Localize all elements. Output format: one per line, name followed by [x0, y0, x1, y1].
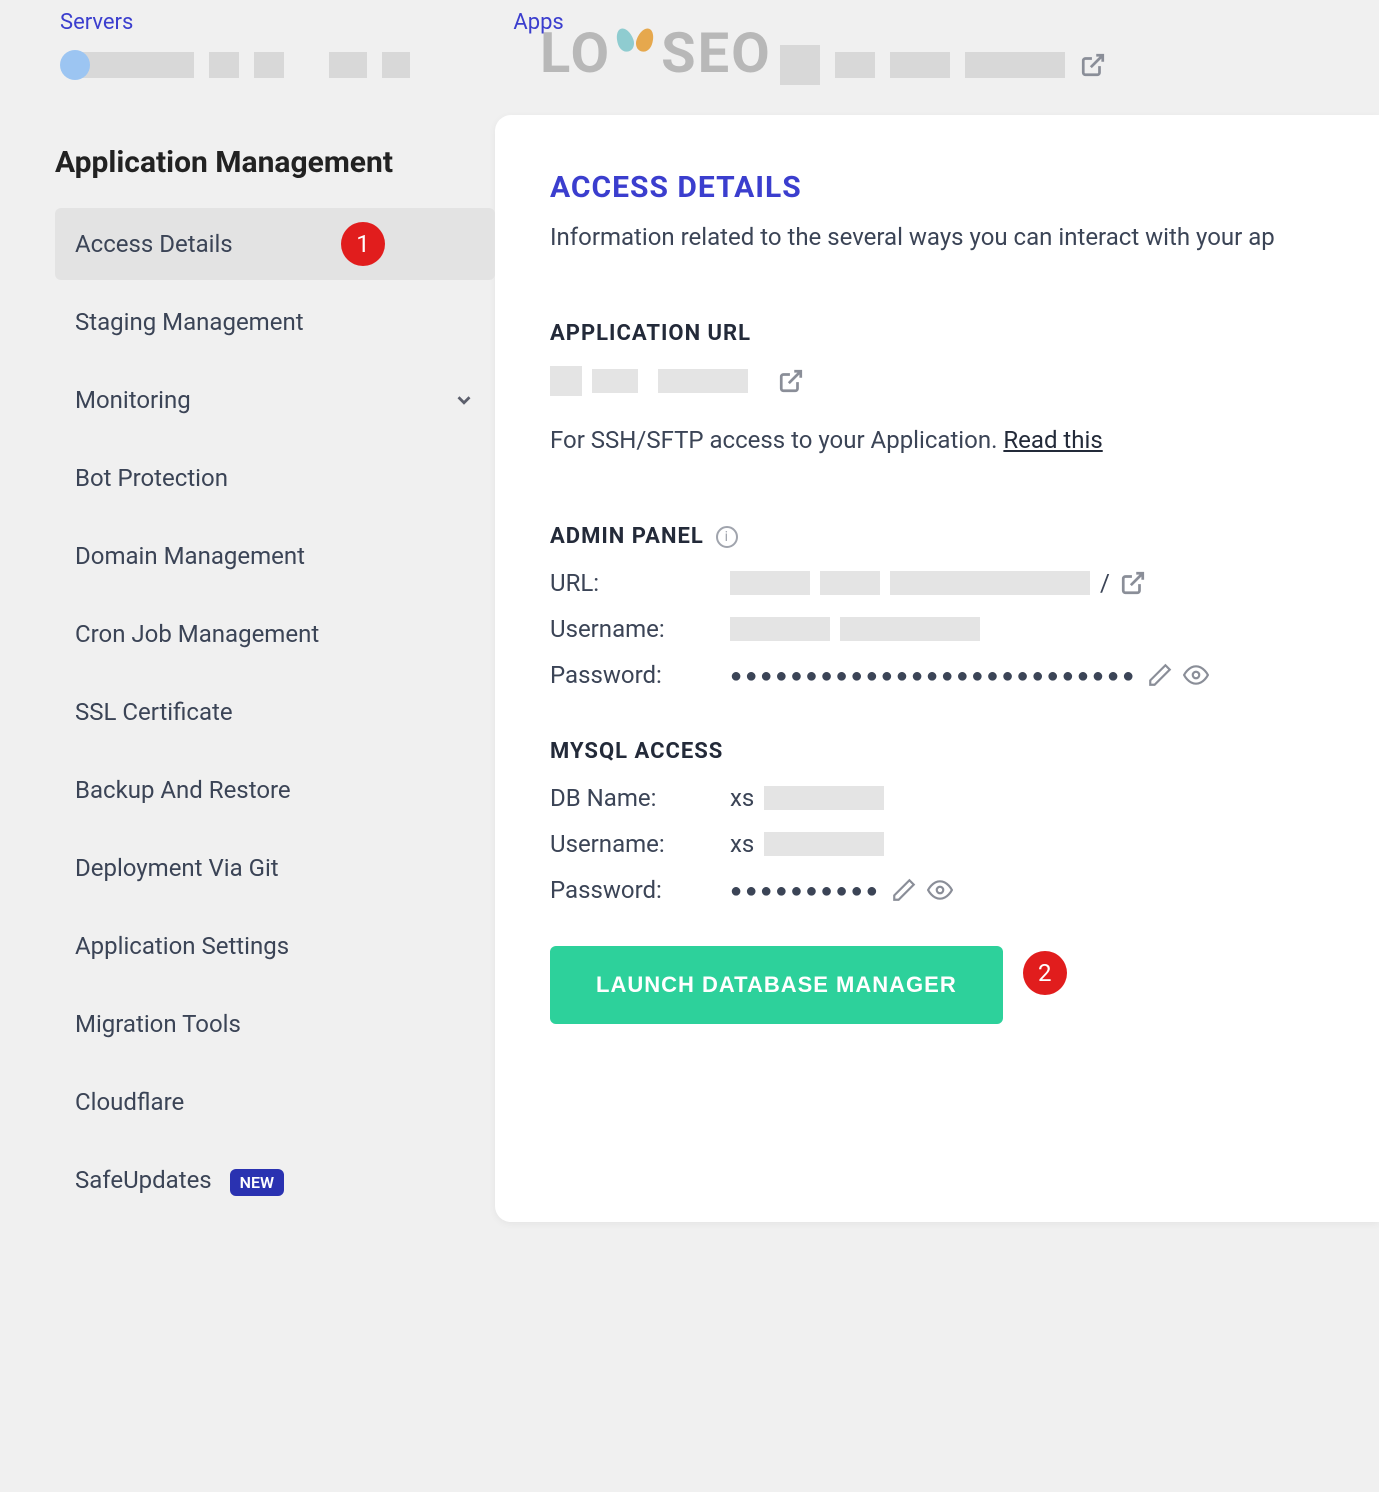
- section-mysql-access: MYSQL ACCESS: [550, 739, 1379, 764]
- annotation-badge-1: 1: [341, 222, 385, 266]
- sidebar-item-staging-management[interactable]: Staging Management: [55, 286, 495, 358]
- sidebar-item-label: SSL Certificate: [75, 698, 233, 726]
- launch-database-manager-button[interactable]: LAUNCH DATABASE MANAGER: [550, 946, 1003, 1024]
- breadcrumb-blurred: [0, 35, 1379, 115]
- blurred-value: [764, 786, 884, 810]
- mysql-dbname-label: DB Name:: [550, 784, 720, 812]
- chevron-down-icon: [453, 389, 475, 411]
- annotation-badge-2: 2: [1023, 951, 1067, 995]
- sidebar-item-label: Cloudflare: [75, 1088, 184, 1116]
- sidebar-item-label: Monitoring: [75, 386, 191, 414]
- mysql-password-label: Password:: [550, 876, 720, 904]
- page-title: ACCESS DETAILS: [550, 170, 1379, 205]
- sidebar-item-label: Cron Job Management: [75, 620, 319, 648]
- sidebar-item-access-details[interactable]: Access Details 1: [55, 208, 495, 280]
- sidebar-item-deployment-git[interactable]: Deployment Via Git: [55, 832, 495, 904]
- eye-icon[interactable]: [1183, 662, 1209, 688]
- nav-apps[interactable]: Apps: [513, 10, 563, 35]
- nav-servers[interactable]: Servers: [60, 10, 133, 35]
- sidebar-item-application-settings[interactable]: Application Settings: [55, 910, 495, 982]
- blurred-value: [592, 369, 638, 393]
- sidebar-item-label: Deployment Via Git: [75, 854, 279, 882]
- admin-username-label: Username:: [550, 615, 720, 643]
- blurred-value: [730, 617, 830, 641]
- mysql-password-masked: ●●●●●●●●●●: [730, 878, 881, 903]
- main-panel: ACCESS DETAILS Information related to th…: [495, 115, 1379, 1222]
- new-badge: NEW: [230, 1169, 284, 1196]
- sidebar-item-label: Staging Management: [75, 308, 304, 336]
- mysql-dbname-prefix: xs: [730, 784, 754, 812]
- sidebar-item-label: Access Details: [75, 230, 233, 258]
- section-application-url: APPLICATION URL: [550, 321, 1379, 346]
- sidebar-item-cloudflare[interactable]: Cloudflare: [55, 1066, 495, 1138]
- admin-url-label: URL:: [550, 569, 720, 597]
- edit-icon[interactable]: [1147, 662, 1173, 688]
- sidebar-item-bot-protection[interactable]: Bot Protection: [55, 442, 495, 514]
- sidebar-item-domain-management[interactable]: Domain Management: [55, 520, 495, 592]
- sidebar-item-monitoring[interactable]: Monitoring: [55, 364, 495, 436]
- eye-icon[interactable]: [927, 877, 953, 903]
- sidebar-item-safeupdates[interactable]: SafeUpdates NEW: [55, 1144, 495, 1216]
- sidebar: Application Management Access Details 1 …: [55, 115, 495, 1222]
- blurred-value: [730, 571, 810, 595]
- edit-icon[interactable]: [891, 877, 917, 903]
- sidebar-heading: Application Management: [55, 145, 495, 180]
- external-link-icon[interactable]: [1120, 570, 1146, 596]
- ssh-helper-text: For SSH/SFTP access to your Application.…: [550, 426, 1379, 454]
- blurred-value: [840, 617, 980, 641]
- admin-password-masked: ●●●●●●●●●●●●●●●●●●●●●●●●●●●: [730, 663, 1137, 688]
- sidebar-item-ssl-certificate[interactable]: SSL Certificate: [55, 676, 495, 748]
- external-link-icon[interactable]: [778, 368, 804, 394]
- page-subtitle: Information related to the several ways …: [550, 223, 1379, 251]
- sidebar-item-cron-job-management[interactable]: Cron Job Management: [55, 598, 495, 670]
- blurred-value: [658, 369, 748, 393]
- sidebar-item-label: Migration Tools: [75, 1010, 241, 1038]
- sidebar-item-label: Application Settings: [75, 932, 289, 960]
- sidebar-item-migration-tools[interactable]: Migration Tools: [55, 988, 495, 1060]
- admin-url-suffix: /: [1100, 569, 1110, 597]
- blurred-value: [820, 571, 880, 595]
- mysql-username-prefix: xs: [730, 830, 754, 858]
- sidebar-item-backup-restore[interactable]: Backup And Restore: [55, 754, 495, 826]
- section-admin-panel: ADMIN PANEL i: [550, 524, 1379, 549]
- info-icon[interactable]: i: [716, 526, 738, 548]
- sidebar-item-label: SafeUpdates: [75, 1166, 212, 1194]
- external-link-icon[interactable]: [1080, 52, 1106, 78]
- mysql-username-label: Username:: [550, 830, 720, 858]
- blurred-value: [764, 832, 884, 856]
- sidebar-item-label: Domain Management: [75, 542, 305, 570]
- sidebar-item-label: Backup And Restore: [75, 776, 291, 804]
- blurred-value: [890, 571, 1090, 595]
- admin-password-label: Password:: [550, 661, 720, 689]
- sidebar-item-label: Bot Protection: [75, 464, 228, 492]
- blurred-value: [550, 366, 582, 396]
- read-this-link[interactable]: Read this: [1003, 426, 1102, 454]
